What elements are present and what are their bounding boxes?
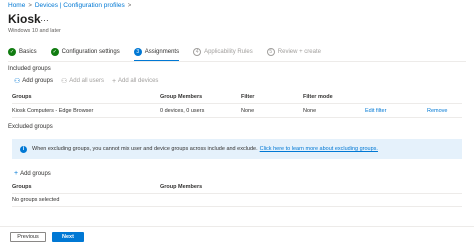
step-configuration-settings[interactable]: ✓ Configuration settings [50, 46, 120, 58]
add-excluded-groups-button[interactable]: + Add groups [14, 170, 51, 177]
breadcrumb: Home > Devices | Configuration profiles … [8, 2, 131, 9]
step-assignments[interactable]: 3 Assignments [133, 46, 180, 62]
info-banner: i When excluding groups, you cannot mix … [12, 139, 462, 159]
page-subtitle: Windows 10 and later [8, 28, 61, 34]
column-header-filter-mode: Filter mode [303, 93, 333, 100]
add-all-devices-button[interactable]: + Add all devices [112, 77, 158, 85]
add-users-icon: ⚇ [60, 78, 68, 85]
page-title: Kiosk [8, 12, 41, 26]
add-all-users-label: Add all users [69, 78, 104, 84]
column-header-groups: Groups [12, 93, 32, 100]
filter-mode-value: None [303, 107, 317, 114]
step-number-icon: 5 [266, 48, 275, 56]
column-header-filter: Filter [241, 93, 255, 100]
check-icon: ✓ [8, 48, 16, 56]
more-options-icon[interactable]: … [40, 13, 50, 23]
group-members: 0 devices, 0 users [160, 107, 205, 114]
add-user-icon: ⚇ [14, 78, 21, 85]
info-text: When excluding groups, you cannot mix us… [32, 146, 258, 152]
add-all-devices-label: Add all devices [118, 78, 159, 84]
info-icon: i [20, 145, 27, 153]
tab-divider [8, 61, 466, 62]
add-groups-label: Add groups [20, 170, 51, 177]
empty-row: No groups selected [12, 194, 462, 207]
footer-divider [0, 226, 474, 227]
breadcrumb-home[interactable]: Home [8, 2, 25, 9]
step-label: Review + create [277, 49, 321, 55]
column-header-groups: Groups [12, 184, 32, 190]
excluded-groups-label: Excluded groups [8, 124, 53, 130]
excluded-actions: + Add groups [14, 170, 51, 177]
group-name: Kiosk Computers - Edge Browser [12, 107, 94, 114]
filter-value: None [241, 107, 255, 114]
excluded-groups-table: Groups Group Members No groups selected [12, 181, 462, 207]
add-groups-label: Add groups [22, 78, 53, 84]
step-number-icon: 4 [193, 48, 202, 56]
step-label: Configuration settings [61, 49, 120, 55]
previous-button[interactable]: Previous [10, 232, 46, 242]
plus-icon: + [14, 170, 19, 177]
table-header-row: Groups Group Members Filter Filter mode [12, 90, 462, 104]
step-number-icon: 3 [133, 48, 142, 56]
remove-link[interactable]: Remove [427, 108, 462, 114]
step-label: Assignments [144, 49, 180, 55]
learn-more-link[interactable]: Click here to learn more about excluding… [260, 146, 378, 152]
column-header-group-members: Group Members [160, 93, 203, 100]
table-header-row: Groups Group Members [12, 181, 462, 194]
plus-icon: + [111, 77, 117, 85]
add-groups-button[interactable]: ⚇ Add groups [14, 77, 53, 85]
step-label: Basics [19, 49, 37, 55]
breadcrumb-configuration-profiles[interactable]: Devices | Configuration profiles [35, 2, 125, 9]
step-applicability-rules[interactable]: 4 Applicability Rules [193, 46, 253, 58]
column-header-group-members: Group Members [160, 184, 203, 190]
edit-filter-link[interactable]: Edit filter [365, 108, 427, 114]
wizard-steps: ✓ Basics ✓ Configuration settings 3 Assi… [8, 46, 335, 62]
breadcrumb-separator: > [28, 2, 32, 9]
table-row: Kiosk Computers - Edge Browser 0 devices… [12, 104, 462, 118]
next-button[interactable]: Next [52, 232, 84, 242]
included-groups-label: Included groups [8, 66, 51, 72]
breadcrumb-separator: > [127, 2, 132, 9]
step-review-create[interactable]: 5 Review + create [266, 46, 321, 58]
empty-message: No groups selected [12, 197, 60, 203]
add-all-users-button[interactable]: ⚇ Add all users [61, 77, 104, 85]
step-basics[interactable]: ✓ Basics [8, 46, 37, 58]
included-actions: ⚇ Add groups ⚇ Add all users + Add all d… [14, 77, 158, 86]
check-icon: ✓ [50, 48, 59, 56]
step-label: Applicability Rules [204, 49, 253, 55]
included-groups-table: Groups Group Members Filter Filter mode … [12, 90, 462, 118]
